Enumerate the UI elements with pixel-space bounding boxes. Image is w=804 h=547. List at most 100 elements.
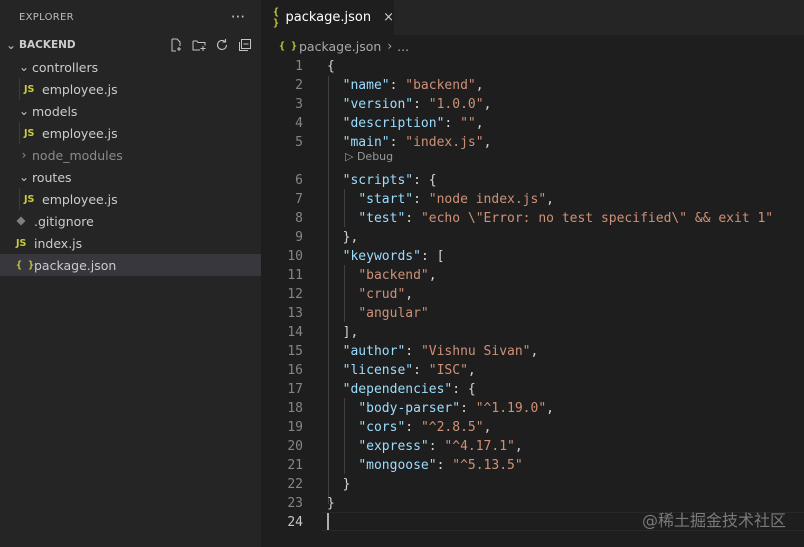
- line-number: 2: [295, 78, 303, 93]
- workspace-folder-header[interactable]: ⌄ BACKEND: [0, 34, 261, 56]
- json-punctuation: : {: [413, 173, 437, 188]
- code-line[interactable]: 19 "cors": "^2.8.5",: [261, 418, 804, 437]
- tree-folder-controllers[interactable]: ⌄ controllers: [0, 56, 261, 78]
- breadcrumb-file[interactable]: package.json: [299, 39, 381, 54]
- code-line[interactable]: 14 ],: [261, 323, 804, 342]
- code-line[interactable]: 13 "angular": [261, 304, 804, 323]
- code-line[interactable]: 4 "description": "",: [261, 114, 804, 133]
- json-punctuation: ,: [546, 401, 554, 416]
- tree-file-gitignore[interactable]: .gitignore: [0, 210, 261, 232]
- code-line[interactable]: 1{: [261, 57, 804, 76]
- code-line[interactable]: 9 },: [261, 228, 804, 247]
- json-punctuation: [327, 78, 343, 93]
- json-punctuation: [327, 135, 343, 150]
- json-punctuation: }: [327, 477, 351, 492]
- code-line[interactable]: 2 "name": "backend",: [261, 76, 804, 95]
- code-text: "angular": [327, 306, 429, 321]
- javascript-file-icon: JS: [24, 127, 35, 139]
- json-key: "version": [342, 97, 414, 112]
- tree-folder-models[interactable]: ⌄ models: [0, 100, 261, 122]
- code-line[interactable]: 11 "backend",: [261, 266, 804, 285]
- json-string: "^1.19.0": [475, 401, 547, 416]
- json-punctuation: ,: [475, 116, 484, 131]
- tree-file-controllers-employee-js[interactable]: JS employee.js: [0, 78, 261, 100]
- json-key: "dependencies": [342, 382, 453, 397]
- indent-guide: [19, 78, 20, 100]
- code-text: "scripts": {: [327, 173, 437, 188]
- line-number: 19: [287, 420, 303, 435]
- json-punctuation: ,: [514, 439, 523, 454]
- json-string: "angular": [358, 306, 429, 321]
- json-punctuation: :: [436, 458, 453, 473]
- chevron-down-icon: ⌄: [18, 170, 30, 184]
- workspace-folder-name: BACKEND: [19, 39, 76, 51]
- code-line[interactable]: 10 "keywords": [: [261, 247, 804, 266]
- code-text: }: [327, 477, 351, 492]
- json-punctuation: ,: [546, 192, 554, 207]
- refresh-icon[interactable]: [214, 37, 230, 53]
- tree-item-label: node_modules: [32, 147, 123, 163]
- tree-file-routes-employee-js[interactable]: JS employee.js: [0, 188, 261, 210]
- json-punctuation: :: [413, 97, 429, 112]
- indent-guide: [19, 122, 20, 144]
- tree-file-models-employee-js[interactable]: JS employee.js: [0, 122, 261, 144]
- code-line[interactable]: 20 "express": "^4.17.1",: [261, 437, 804, 456]
- close-icon[interactable]: ×: [383, 10, 394, 25]
- code-text: "test": "echo \"Error: no test specified…: [327, 211, 773, 226]
- code-editor[interactable]: ▷ Debug 1{2 "name": "backend", 3 "version…: [261, 57, 804, 547]
- json-string: "crud": [358, 287, 406, 302]
- code-line[interactable]: 17 "dependencies": {: [261, 380, 804, 399]
- json-key: "license": [342, 363, 414, 378]
- indent-guide: [19, 188, 20, 210]
- line-number: 10: [287, 249, 303, 264]
- json-punctuation: : [: [420, 249, 445, 264]
- tree-folder-routes[interactable]: ⌄ routes: [0, 166, 261, 188]
- code-line[interactable]: 6 "scripts": {: [261, 171, 804, 190]
- new-file-icon[interactable]: [168, 37, 184, 53]
- json-punctuation: [327, 401, 358, 416]
- code-line[interactable]: 8 "test": "echo \"Error: no test specifi…: [261, 209, 804, 228]
- line-number: 14: [287, 325, 303, 340]
- tree-file-index-js[interactable]: JS index.js: [0, 232, 261, 254]
- tree-folder-node-modules[interactable]: › node_modules: [0, 144, 261, 166]
- collapse-all-icon[interactable]: [237, 37, 253, 53]
- json-file-icon: { }: [273, 6, 280, 29]
- code-line[interactable]: 22 }: [261, 475, 804, 494]
- breadcrumb-more[interactable]: ...: [397, 39, 409, 54]
- json-key: "name": [342, 78, 390, 93]
- json-punctuation: ],: [327, 325, 359, 340]
- tree-file-package-json[interactable]: { } package.json: [0, 254, 261, 276]
- json-key: "mongoose": [358, 458, 437, 473]
- code-line[interactable]: 15 "author": "Vishnu Sivan",: [261, 342, 804, 361]
- code-text: "keywords": [: [327, 249, 445, 264]
- more-actions-icon[interactable]: ···: [231, 9, 245, 25]
- code-text: "description": "",: [327, 116, 484, 131]
- tree-item-label: controllers: [32, 59, 99, 75]
- json-punctuation: :: [405, 344, 421, 359]
- code-line[interactable]: 21 "mongoose": "^5.13.5": [261, 456, 804, 475]
- code-text: }: [327, 496, 335, 511]
- line-number: 6: [295, 173, 303, 188]
- tree-item-label: routes: [32, 169, 72, 185]
- tree-item-label: .gitignore: [34, 213, 94, 229]
- json-string: "index.js": [405, 135, 484, 150]
- line-number: 4: [295, 116, 303, 131]
- line-number: 3: [295, 97, 303, 112]
- editor-tab-bar: { } package.json ×: [261, 0, 804, 35]
- code-line[interactable]: 7 "start": "node index.js",: [261, 190, 804, 209]
- tree-item-label: employee.js: [42, 125, 118, 141]
- code-line[interactable]: 18 "body-parser": "^1.19.0",: [261, 399, 804, 418]
- chevron-right-icon: ›: [21, 148, 27, 162]
- new-folder-icon[interactable]: [191, 37, 207, 53]
- line-number: 24: [287, 515, 303, 530]
- code-line[interactable]: 16 "license": "ISC",: [261, 361, 804, 380]
- code-line[interactable]: 12 "crud",: [261, 285, 804, 304]
- json-punctuation: :: [444, 116, 461, 131]
- code-line[interactable]: 3 "version": "1.0.0",: [261, 95, 804, 114]
- line-number: 18: [287, 401, 303, 416]
- json-key: "author": [342, 344, 406, 359]
- json-punctuation: [327, 382, 343, 397]
- json-punctuation: ,: [483, 97, 492, 112]
- tab-package-json[interactable]: { } package.json ×: [261, 0, 394, 35]
- code-line[interactable]: 5 "main": "index.js",: [261, 133, 804, 152]
